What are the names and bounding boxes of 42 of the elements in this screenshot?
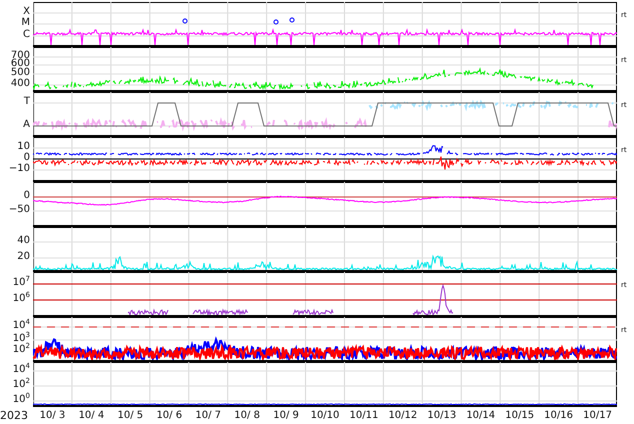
year-label: 2023 bbox=[0, 409, 29, 422]
axis-tick-label: 500 bbox=[10, 67, 30, 78]
axis-tick-label: −10 bbox=[8, 163, 30, 175]
axis-tick-label: 10$^{0}$ bbox=[12, 394, 30, 406]
date-label: 10/13 bbox=[426, 410, 458, 421]
date-label: 10/11 bbox=[348, 410, 380, 421]
axis-tick-label: 10 bbox=[17, 141, 30, 152]
date-label: 10/14 bbox=[465, 410, 496, 421]
axis-tick-label: X bbox=[23, 6, 30, 18]
axis-tick-label: C bbox=[23, 29, 30, 41]
date-label: 10/ 3 bbox=[38, 410, 66, 421]
circle-marker-icon bbox=[290, 18, 294, 22]
axis-tick-label: 10$^{3}$ bbox=[12, 333, 30, 344]
axis-tick-label: 20 bbox=[17, 251, 30, 263]
date-label: 10/10 bbox=[310, 410, 340, 421]
date-label: 10/ 6 bbox=[155, 410, 184, 421]
axis-tick-label: 10$^{7}$ bbox=[12, 277, 30, 289]
axis-tick-label: M bbox=[21, 17, 30, 29]
axis-tick-label: 0 bbox=[24, 190, 30, 202]
axis-tick-label: 10$^{2}$ bbox=[12, 379, 30, 391]
date-label: 10/ 7 bbox=[194, 410, 222, 421]
date-label: 10/17 bbox=[582, 410, 613, 421]
axis-tick-label: 0 bbox=[24, 152, 30, 164]
date-label: 10/15 bbox=[504, 410, 536, 421]
axis-tick-label: 600 bbox=[10, 58, 30, 69]
axis-tick-label: 400 bbox=[10, 78, 30, 90]
axis-tick-label: 10$^{4}$ bbox=[12, 364, 30, 376]
axis-tick-label: 10$^{4}$ bbox=[12, 320, 30, 332]
axis-tick-label: −50 bbox=[8, 204, 30, 216]
axis-tick-label: T bbox=[24, 96, 30, 108]
date-label: 10/ 4 bbox=[78, 410, 106, 421]
circle-marker-icon bbox=[182, 18, 188, 24]
circle-marker-icon bbox=[274, 20, 278, 24]
axis-tick-label: 10$^{2}$ bbox=[12, 344, 30, 356]
date-label: 10/ 5 bbox=[116, 410, 144, 421]
date-label: 10/ 9 bbox=[272, 410, 300, 421]
axis-tick-label: A bbox=[23, 119, 30, 131]
axis-tick-label: 10$^{6}$ bbox=[12, 293, 30, 305]
date-label: 10/ 8 bbox=[233, 410, 261, 421]
axis-tick-label: 40 bbox=[17, 235, 30, 247]
date-label: 10/16 bbox=[543, 410, 574, 421]
date-label: 10/12 bbox=[387, 410, 418, 421]
